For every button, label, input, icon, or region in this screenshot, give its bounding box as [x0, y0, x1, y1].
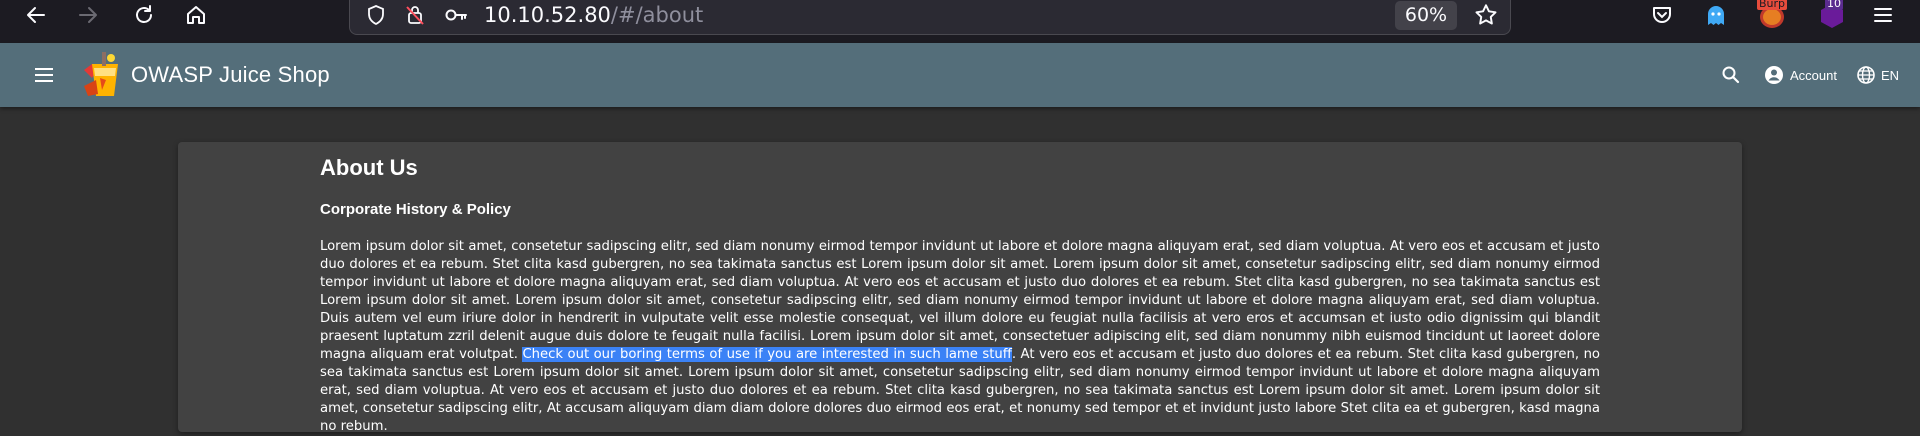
language-button[interactable]: EN: [1856, 43, 1899, 107]
browser-toolbar: 10.10.52.80/#/about 60% Burp 10: [0, 0, 1920, 43]
hamburger-icon: [1874, 8, 1892, 22]
arrow-left-icon: [27, 7, 45, 23]
zoom-level-button[interactable]: 60%: [1395, 1, 1457, 30]
juice-shop-logo[interactable]: [78, 50, 126, 100]
page-title: About Us: [320, 155, 418, 180]
app-toolbar: OWASP Juice Shop Account EN: [0, 43, 1920, 107]
account-circle-icon: [1765, 66, 1783, 84]
hexagon-extension-icon[interactable]: 10: [1817, 0, 1847, 30]
insecure-lock-icon[interactable]: [401, 1, 429, 29]
sidenav-menu-button[interactable]: [26, 57, 62, 93]
burp-badge: Burp: [1757, 0, 1788, 10]
app-menu-button[interactable]: [1868, 0, 1898, 30]
forward-button[interactable]: [68, 0, 108, 30]
bookmark-star-icon[interactable]: [1472, 1, 1500, 29]
url-text[interactable]: 10.10.52.80/#/about: [484, 0, 703, 30]
url-bar[interactable]: 10.10.52.80/#/about 60%: [349, 0, 1511, 35]
search-icon: [1722, 66, 1740, 84]
language-label: EN: [1881, 67, 1900, 83]
globe-icon: [1857, 66, 1875, 84]
reload-icon: [136, 5, 152, 23]
home-button[interactable]: [176, 0, 216, 30]
account-button[interactable]: Account: [1764, 43, 1837, 107]
search-button[interactable]: [1721, 43, 1741, 107]
section-subtitle: Corporate History & Policy: [320, 201, 511, 218]
shield-icon[interactable]: [362, 1, 390, 29]
about-text-part-1: Lorem ipsum dolor sit amet, consetetur s…: [320, 239, 1600, 362]
arrow-right-icon: [79, 7, 97, 23]
url-host: 10.10.52.80: [484, 3, 611, 27]
key-icon[interactable]: [442, 1, 470, 29]
reload-button[interactable]: [124, 0, 164, 30]
back-button[interactable]: [16, 0, 56, 30]
home-icon: [187, 6, 205, 24]
burp-extension-icon[interactable]: Burp: [1755, 0, 1789, 30]
extension-count-badge: 10: [1825, 0, 1843, 10]
pocket-icon[interactable]: [1647, 0, 1677, 30]
account-label: Account: [1790, 67, 1837, 83]
url-path: /#/about: [610, 3, 704, 27]
about-text: Lorem ipsum dolor sit amet, consetetur s…: [320, 238, 1600, 436]
menu-icon: [35, 68, 53, 82]
app-title[interactable]: OWASP Juice Shop: [131, 43, 330, 107]
terms-of-use-link[interactable]: Check out our boring terms of use if you…: [522, 347, 1012, 362]
ghost-extension-icon[interactable]: [1701, 0, 1731, 30]
